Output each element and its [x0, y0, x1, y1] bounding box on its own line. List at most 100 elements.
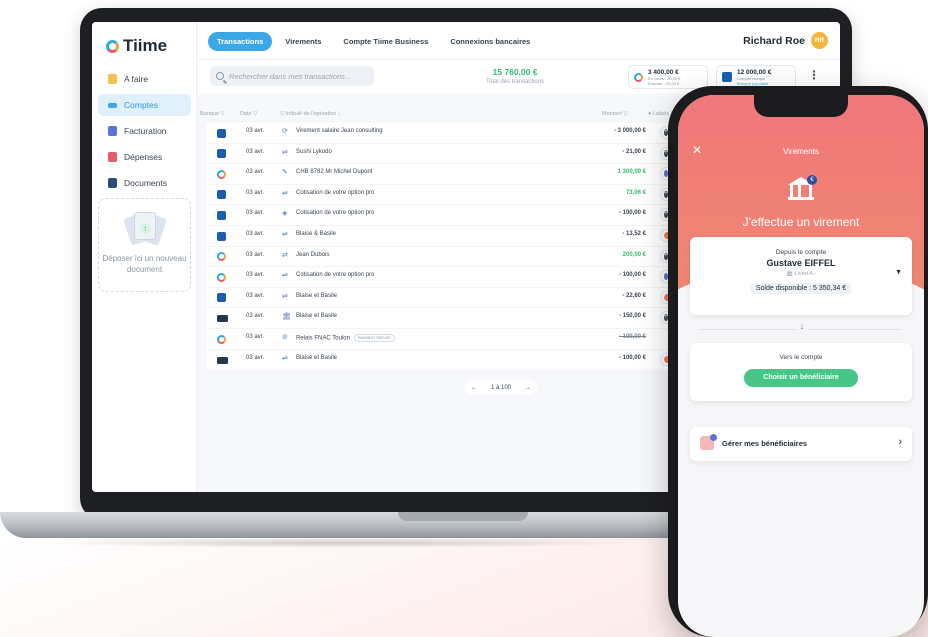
row-amount: - 150,00 €	[618, 313, 646, 320]
phone-title: Virements	[783, 147, 819, 156]
bank-logo-icon	[722, 72, 732, 82]
row-amount: - 22,60 €	[622, 292, 646, 299]
bank-logo-icon	[217, 315, 228, 323]
manage-beneficiaries-row[interactable]: Gérer mes bénéficiaires ›	[690, 427, 912, 461]
row-amount: - 3 000,00 €	[613, 128, 646, 134]
column-amount[interactable]: Montant ▽	[602, 111, 628, 117]
row-amount: - 100,00 €	[618, 334, 646, 340]
account-card-1[interactable]: 3 400,00 € En cours : 20,00 € Exécuté : …	[628, 65, 708, 89]
row-date: 03 avr.	[246, 189, 265, 196]
sidebar: Tiime A faire Comptes Facturation Dépens…	[92, 22, 197, 492]
bank-transfer-icon: €	[786, 173, 817, 203]
table-row[interactable]: 03 avr.⇌Blaise & Basile- 13,52 €Restaura…	[206, 226, 710, 247]
phone-screen: ✕ Virements € J'effectue un virement Dep…	[678, 95, 924, 637]
table-row[interactable]: 03 avr. ◈ Cotisation de votre option pro - …	[206, 205, 700, 226]
dropdown-caret-icon[interactable]: ▼	[895, 269, 902, 276]
row-label: Cotisation de votre option pro	[296, 189, 375, 196]
row-date: 03 avr.	[246, 251, 265, 258]
table-row[interactable]: 03 avr.⇌Blaise et Basile- 22,60 €Restaur…	[206, 288, 710, 309]
tab-compte-tiime-business[interactable]: Compte Tiime Business	[334, 32, 437, 51]
top-bar: Transactions Virements Compte Tiime Busi…	[198, 22, 840, 60]
more-options-icon[interactable]: ⋮	[808, 68, 820, 82]
column-bank[interactable]: Banque ▽	[200, 111, 225, 117]
table-row[interactable]: 03 avr.⇄Jean Dubois200,00 €+Ajouter un l…	[206, 247, 700, 268]
sidebar-item-facturation[interactable]: Facturation	[98, 120, 191, 142]
row-amount: - 100,00 €	[618, 210, 646, 217]
manage-beneficiaries-label: Gérer mes bénéficiaires	[722, 439, 808, 448]
next-page-icon[interactable]: →	[525, 385, 531, 391]
search-input[interactable]: Rechercher dans mes transactions...	[210, 66, 374, 86]
bank-logo-icon	[217, 356, 228, 364]
table-row[interactable]: 03 avr. ⟳ Virement salaire Jean consulting…	[206, 123, 700, 144]
arrow-down-icon: ↓	[796, 321, 808, 331]
transfer-icon: ⇌	[282, 189, 288, 197]
row-label: Blaise et Basile	[296, 292, 338, 299]
bank-logo-icon	[217, 149, 226, 159]
sidebar-item-documents[interactable]: Documents	[98, 172, 191, 194]
transfer-icon: ⇌	[282, 292, 288, 300]
column-date[interactable]: Date ▽	[240, 111, 257, 117]
sidebar-item-comptes[interactable]: Comptes	[98, 94, 191, 116]
row-amount: - 21,00 €	[622, 148, 646, 155]
row-label: Cotisation de votre option pro	[296, 210, 375, 217]
source-account-card[interactable]: Depuis le compte Gustave EIFFEL 🏛 Livret…	[690, 237, 912, 315]
table-row[interactable]: 03 avr. ⇌ Cotisation de votre option pro 73…	[206, 185, 700, 206]
row-label: Jean Dubois	[296, 251, 330, 258]
tab-connexions-bancaires[interactable]: Connexions bancaires	[441, 32, 539, 51]
column-label[interactable]: ▽ Intitulé de l'opération ↓	[280, 111, 341, 117]
row-date: 03 avr.	[246, 272, 265, 279]
tab-transactions[interactable]: Transactions	[208, 32, 273, 51]
prev-page-icon[interactable]: ←	[471, 385, 477, 391]
table-row[interactable]: 03 avr.⇌Blaise et Basile- 100,00 €Restau…	[206, 350, 710, 371]
table-row[interactable]: 03 avr.🏛Blaise et Basile- 150,00 €+Ajout…	[206, 308, 700, 329]
laptop-notch	[398, 512, 528, 521]
sidebar-item-depenses[interactable]: Dépenses	[98, 146, 191, 168]
table-row[interactable]: 03 avr. ⊘ Relais FNAC Toulon PAIEMENT REFUS…	[206, 329, 676, 350]
account-amount: 3 400,00 €	[648, 68, 679, 76]
row-date: 03 avr.	[246, 354, 265, 361]
bank-icon: 🏛	[282, 313, 291, 321]
transactions-total: 15 760,00 € Total des transactions	[460, 67, 570, 85]
account-type: 🏛 Livret A ›	[786, 271, 816, 277]
user-menu[interactable]: Richard Roe RR	[743, 32, 828, 49]
sidebar-nav: A faire Comptes Facturation Dépenses Doc…	[98, 68, 191, 198]
phone-notch	[754, 95, 848, 117]
transfer-heading: J'effectue un virement	[742, 215, 860, 229]
swap-icon: ⇄	[282, 251, 288, 259]
table-row[interactable]: 03 avr. ✎ CHB 8782 Mr Michel Dupont 1 300,0…	[206, 164, 700, 185]
row-date: 03 avr.	[246, 292, 265, 299]
laptop-shadow	[30, 538, 650, 548]
card-icon: ◈	[282, 210, 288, 218]
bank-logo-icon	[217, 210, 226, 220]
beneficiaries-icon	[700, 434, 717, 450]
accounts-icon	[108, 102, 117, 108]
row-date: 03 avr.	[246, 169, 265, 176]
app-logo[interactable]: Tiime	[106, 36, 167, 56]
sidebar-item-a-faire[interactable]: A faire	[98, 68, 191, 90]
pen-icon: ✎	[282, 169, 288, 177]
row-label: Relais FNAC Toulon PAIEMENT REFUSÉ	[296, 334, 395, 342]
choose-beneficiary-button[interactable]: Choisir un bénéficiaire	[744, 369, 858, 387]
transfer-icon: ⇌	[282, 354, 288, 362]
logo-text: Tiime	[123, 36, 168, 55]
row-label: Cotisation de votre option pro	[296, 272, 375, 279]
refresh-icon: ⟳	[282, 128, 288, 135]
bank-logo-icon	[217, 231, 226, 241]
table-row[interactable]: 03 avr. ⇌ Cotisation de votre option pro - …	[206, 267, 700, 288]
destination-account-card: Vers le compte Choisir un bénéficiaire	[690, 343, 912, 401]
row-label: CHB 8782 Mr Michel Dupont	[296, 169, 373, 176]
expenses-icon	[108, 152, 117, 162]
sidebar-item-label: A faire	[124, 74, 149, 84]
row-date: 03 avr.	[246, 334, 265, 340]
row-date: 03 avr.	[246, 128, 265, 134]
table-row[interactable]: 03 avr.⇌Sushi Lykodo- 21,00 €+Ajouter un…	[206, 144, 700, 165]
chevron-right-icon: ›	[898, 436, 902, 448]
tab-virements[interactable]: Virements	[276, 32, 330, 51]
bank-logo-icon	[634, 72, 643, 82]
to-label: Vers le compte	[779, 354, 823, 361]
available-balance: Solde disponible : 5 350,34 €	[750, 283, 852, 294]
bank-logo-icon	[217, 128, 226, 138]
transfer-icon: ⇌	[282, 148, 288, 156]
document-dropzone[interactable]: ↑ Déposer ici un nouveau document	[98, 198, 191, 292]
bank-logo-icon	[217, 190, 226, 200]
